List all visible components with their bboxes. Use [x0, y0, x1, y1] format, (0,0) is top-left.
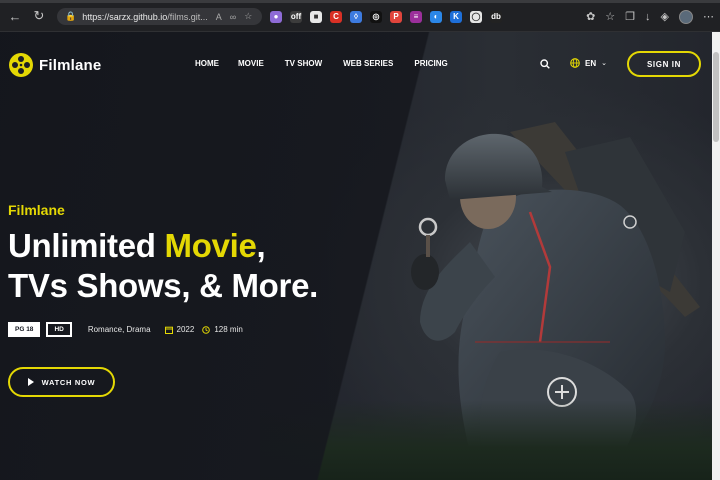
url-text: https://sarzx.github.io/films.git... — [82, 11, 208, 22]
language-label: EN — [585, 58, 597, 68]
favorites-icon[interactable]: ☆ — [605, 10, 615, 23]
download-icon[interactable]: ↓ — [645, 11, 651, 23]
text-size-icon[interactable]: A — [216, 12, 222, 22]
tab-strip — [0, 0, 720, 3]
browser-toolbar: ← ↻ 🔒 https://sarzx.github.io/films.git.… — [0, 0, 720, 32]
hero-subtitle: Filmlane — [8, 202, 65, 218]
movie-meta: PG 18 HD Romance, Drama 2022 128 min — [8, 322, 243, 337]
browser-actions: ✿ ☆ ❐ ↓ ◈ ⋯ — [586, 8, 714, 25]
chevron-down-icon: ⌄ — [601, 60, 607, 67]
ext-square-icon[interactable]: ■ — [310, 10, 322, 23]
hero-title-line2: TVs Shows, & More. — [8, 267, 318, 304]
globe-icon — [570, 58, 580, 68]
refresh-icon[interactable]: ↻ — [30, 7, 48, 25]
brand-logo[interactable]: Filmlane — [8, 52, 101, 78]
release-year-text: 2022 — [176, 325, 195, 334]
nav-home[interactable]: HOME — [195, 59, 219, 68]
hero-title-line1-prefix: Unlimited — [8, 227, 165, 264]
collections-icon[interactable]: ❐ — [625, 10, 635, 23]
duration-text: 128 min — [214, 325, 243, 334]
ext-red-icon[interactable]: C — [330, 10, 342, 23]
genre-list: Romance, Drama — [87, 325, 151, 334]
release-year: 2022 — [164, 325, 195, 334]
hero-title-accent: Movie — [164, 227, 257, 264]
nav-web-series[interactable]: WEB SERIES — [343, 59, 393, 68]
hero-title-line1-suffix: , — [256, 227, 266, 264]
ext-k-icon[interactable]: K — [450, 10, 462, 23]
ext-drop-icon[interactable]: ◊ — [350, 10, 362, 23]
extensions-row: ● off ■ C ◊ ◎ P ≡ ◐ K ◯ db — [270, 8, 502, 25]
search-icon[interactable] — [540, 59, 550, 69]
ext-off-icon[interactable]: off — [290, 10, 302, 23]
nav-pricing[interactable]: PRICING — [414, 59, 447, 68]
ext-purple-icon[interactable]: ● — [270, 10, 282, 23]
scrollbar-thumb[interactable] — [713, 52, 719, 142]
address-bar[interactable]: 🔒 https://sarzx.github.io/films.git... A… — [57, 8, 262, 25]
brand-name: Filmlane — [39, 56, 102, 74]
lock-icon: 🔒 — [65, 11, 77, 21]
quality-badge: HD — [46, 322, 72, 337]
page-viewport: Filmlane HOME MOVIE TV SHOW WEB SERIES P… — [0, 32, 712, 480]
language-selector[interactable]: EN ⌄ — [570, 58, 607, 68]
clock-icon — [202, 325, 211, 334]
ext-magenta-icon[interactable]: ≡ — [410, 10, 422, 23]
extensions-puzzle-icon[interactable]: ✿ — [586, 10, 595, 23]
nav-tv-show[interactable]: TV SHOW — [285, 59, 322, 68]
reader-icon[interactable]: ∞ — [230, 12, 236, 22]
copilot-icon[interactable]: ◈ — [661, 10, 669, 23]
nav-movie[interactable]: MOVIE — [238, 59, 264, 68]
ext-redsq-icon[interactable]: P — [390, 10, 402, 23]
sign-in-button[interactable]: SIGN IN — [627, 51, 701, 77]
favorite-star-icon[interactable]: ☆ — [244, 11, 252, 22]
rating-badge: PG 18 — [8, 322, 41, 337]
watch-now-label: WATCH NOW — [41, 377, 96, 387]
profile-avatar[interactable] — [679, 9, 693, 24]
calendar-icon — [164, 326, 173, 334]
hero-title: Unlimited Movie, TVs Shows, & More. — [8, 226, 318, 306]
duration: 128 min — [202, 325, 243, 334]
ext-blue-icon[interactable]: ◐ — [430, 10, 442, 23]
back-icon[interactable]: ← — [6, 7, 24, 25]
play-icon — [27, 378, 34, 386]
main-nav: HOME MOVIE TV SHOW WEB SERIES PRICING — [195, 59, 448, 68]
ext-cam-icon[interactable]: ◯ — [470, 10, 482, 23]
site-header: Filmlane HOME MOVIE TV SHOW WEB SERIES P… — [0, 32, 712, 96]
ext-bw-icon[interactable]: db — [490, 10, 502, 23]
page-scrollbar[interactable] — [712, 32, 720, 480]
film-reel-icon — [9, 53, 33, 77]
watch-now-button[interactable]: WATCH NOW — [8, 367, 115, 397]
ext-black-icon[interactable]: ◎ — [370, 10, 382, 23]
more-menu-icon[interactable]: ⋯ — [703, 10, 714, 23]
